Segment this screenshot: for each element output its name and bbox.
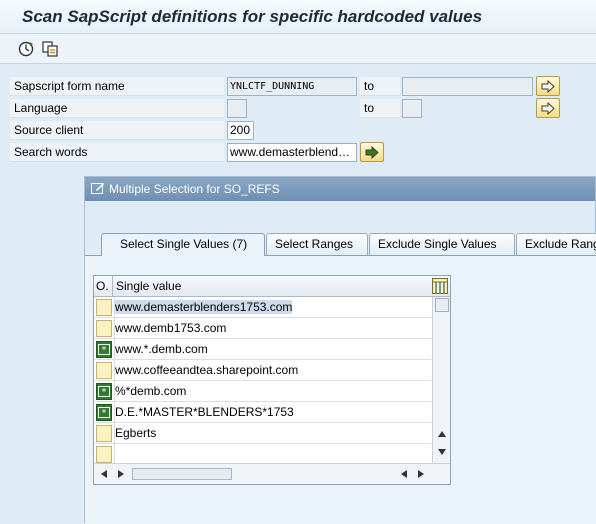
tab-select-single-values[interactable]: Select Single Values (7) <box>101 233 265 256</box>
tab-exclude-ranges[interactable]: Exclude Rang <box>516 233 596 255</box>
tab-exclude-single-values[interactable]: Exclude Single Values <box>369 233 515 255</box>
vertical-scrollbar[interactable] <box>432 297 450 463</box>
language-to-field[interactable] <box>402 99 422 118</box>
table-row[interactable]: www.demasterblenders1753.com <box>94 297 431 318</box>
window-title: Scan SapScript definitions for specific … <box>22 7 483 26</box>
pattern-option-icon[interactable]: * <box>96 404 112 421</box>
table-header: O. Single value <box>94 276 450 297</box>
column-header-option[interactable]: O. <box>96 279 109 293</box>
single-values-table: O. Single value www.demasterblenders1753… <box>93 275 451 485</box>
window-titlebar: Scan SapScript definitions for specific … <box>0 0 596 34</box>
dialog-titlebar[interactable]: Multiple Selection for SO_REFS <box>85 177 595 201</box>
horizontal-scrollbar[interactable] <box>94 463 450 484</box>
table-row[interactable]: * D.E.*MASTER*BLENDERS*1753 <box>94 402 431 423</box>
scroll-up-icon[interactable] <box>438 431 446 437</box>
single-value-cell[interactable]: %*demb.com <box>114 381 431 401</box>
single-value-cell[interactable] <box>114 444 431 464</box>
label-source-client: Source client <box>10 121 224 140</box>
label-sapscript-form-name: Sapscript form name <box>10 77 224 96</box>
scroll-left-icon[interactable] <box>101 470 107 478</box>
pattern-option-icon[interactable]: * <box>96 383 112 400</box>
language-field[interactable] <box>227 99 247 118</box>
single-value-cell[interactable]: Egberts <box>114 423 431 443</box>
single-value-cell[interactable]: www.*.demb.com <box>114 339 431 359</box>
tab-select-ranges[interactable]: Select Ranges <box>266 233 368 255</box>
row-option-button[interactable] <box>96 320 112 337</box>
label-search-words: Search words <box>10 143 224 162</box>
scroll-right-icon[interactable] <box>118 470 124 478</box>
single-value-cell[interactable]: www.coffeeandtea.sharepoint.com <box>114 360 431 380</box>
label-language: Language <box>10 99 224 118</box>
single-value-cell[interactable]: www.demasterblenders1753.com <box>115 300 293 314</box>
table-row[interactable]: Egberts <box>94 423 431 444</box>
row-option-button[interactable] <box>96 425 112 442</box>
multiple-selection-dialog: Multiple Selection for SO_REFS Select Si… <box>84 176 596 524</box>
scroll-left-icon[interactable] <box>401 470 407 478</box>
multiple-selection-button-form-name[interactable] <box>536 76 560 96</box>
column-header-single-value[interactable]: Single value <box>116 279 181 293</box>
svg-text:*: * <box>102 346 107 356</box>
edit-window-icon <box>91 182 105 198</box>
label-to-language: to <box>360 99 400 118</box>
table-row[interactable] <box>94 444 431 465</box>
row-option-button[interactable] <box>96 299 112 316</box>
application-toolbar <box>0 34 596 64</box>
table-row[interactable]: www.coffeeandtea.sharepoint.com <box>94 360 431 381</box>
single-value-cell[interactable]: D.E.*MASTER*BLENDERS*1753 <box>114 402 431 422</box>
scroll-down-icon[interactable] <box>438 449 446 455</box>
execute-icon[interactable] <box>17 40 35 58</box>
row-option-button[interactable] <box>96 362 112 379</box>
sapscript-form-name-to-field[interactable] <box>402 77 533 96</box>
source-client-field[interactable]: 200 <box>227 121 254 140</box>
table-row[interactable]: * www.*.demb.com <box>94 339 431 360</box>
svg-text:*: * <box>102 388 107 398</box>
table-settings-icon[interactable] <box>432 278 448 297</box>
label-to-form-name: to <box>360 77 400 96</box>
multiple-selection-button-language[interactable] <box>536 98 560 118</box>
dialog-title: Multiple Selection for SO_REFS <box>109 182 280 196</box>
table-row[interactable]: www.demb1753.com <box>94 318 431 339</box>
scroll-right-icon[interactable] <box>418 470 424 478</box>
row-option-button[interactable] <box>96 446 112 463</box>
selection-tabstrip: Select Single Values (7) Select Ranges E… <box>101 233 596 256</box>
horizontal-scroll-thumb[interactable] <box>132 468 232 480</box>
single-value-cell[interactable]: www.demb1753.com <box>114 318 431 338</box>
copy-variant-icon[interactable] <box>41 40 59 58</box>
scrollbar-thumb[interactable] <box>435 298 449 312</box>
sapscript-form-name-field[interactable]: YNLCTF_DUNNING <box>227 77 357 96</box>
table-row[interactable]: * %*demb.com <box>94 381 431 402</box>
search-words-field[interactable]: www.demasterblend… <box>227 143 357 162</box>
svg-text:*: * <box>102 409 107 419</box>
pattern-option-icon[interactable]: * <box>96 341 112 358</box>
multiple-selection-button-search-words[interactable] <box>360 142 384 162</box>
